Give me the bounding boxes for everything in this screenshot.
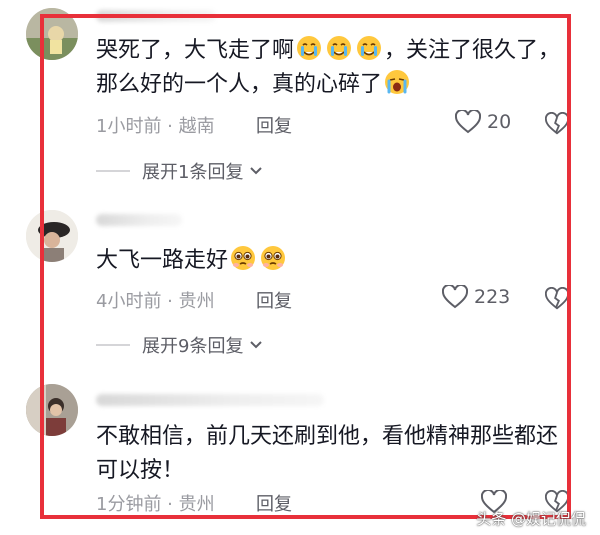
chevron-down-icon bbox=[250, 341, 263, 349]
reply-button[interactable]: 回复 bbox=[256, 490, 292, 516]
comment-text: 哭死了，大飞走了啊 ，关注了很久了，那么好的一个人，真的心碎了 bbox=[96, 34, 566, 102]
loudly-crying-emoji bbox=[385, 70, 410, 94]
comment-text: 不敢相信，前几天还刷到他，看他精神那些都还可以按！ bbox=[96, 424, 559, 483]
avatar[interactable] bbox=[26, 8, 78, 60]
divider bbox=[96, 344, 130, 346]
avatar[interactable] bbox=[26, 384, 78, 436]
like-button[interactable]: 223 bbox=[442, 285, 510, 309]
comment-meta: 1小时前 · 越南 bbox=[96, 116, 215, 137]
like-button[interactable]: 20 bbox=[455, 110, 511, 134]
watermark: 头条 @娱记侃侃 bbox=[476, 510, 586, 528]
avatar-image bbox=[26, 8, 78, 60]
avatar[interactable] bbox=[26, 210, 78, 262]
expand-replies-button[interactable]: 展开9条回复 bbox=[96, 332, 263, 358]
username-blurred[interactable] bbox=[96, 10, 216, 22]
reply-button[interactable]: 回复 bbox=[256, 112, 292, 138]
broken-heart-icon[interactable] bbox=[545, 287, 569, 311]
comment-meta: 4小时前 · 贵州 bbox=[96, 291, 215, 312]
reply-button[interactable]: 回复 bbox=[256, 287, 292, 313]
chevron-down-icon bbox=[250, 167, 263, 175]
crying-face-emoji bbox=[357, 36, 382, 60]
divider bbox=[96, 170, 130, 172]
comment-meta: 1分钟前 · 贵州 bbox=[96, 494, 215, 515]
like-count: 223 bbox=[474, 286, 511, 308]
pleading-face-emoji bbox=[231, 246, 256, 270]
comment-text: 大飞一路走好 bbox=[96, 244, 566, 278]
username-blurred[interactable] bbox=[96, 394, 324, 406]
pleading-face-emoji bbox=[261, 246, 286, 270]
avatar-image bbox=[26, 210, 78, 262]
heart-icon bbox=[442, 285, 468, 309]
broken-heart-icon[interactable] bbox=[545, 112, 569, 136]
crying-face-emoji bbox=[327, 36, 352, 60]
heart-icon bbox=[455, 110, 481, 134]
crying-face-emoji bbox=[297, 36, 322, 60]
avatar-image bbox=[26, 384, 78, 436]
like-count: 20 bbox=[487, 111, 512, 133]
expand-replies-button[interactable]: 展开1条回复 bbox=[96, 158, 263, 184]
username-blurred[interactable] bbox=[96, 214, 182, 226]
